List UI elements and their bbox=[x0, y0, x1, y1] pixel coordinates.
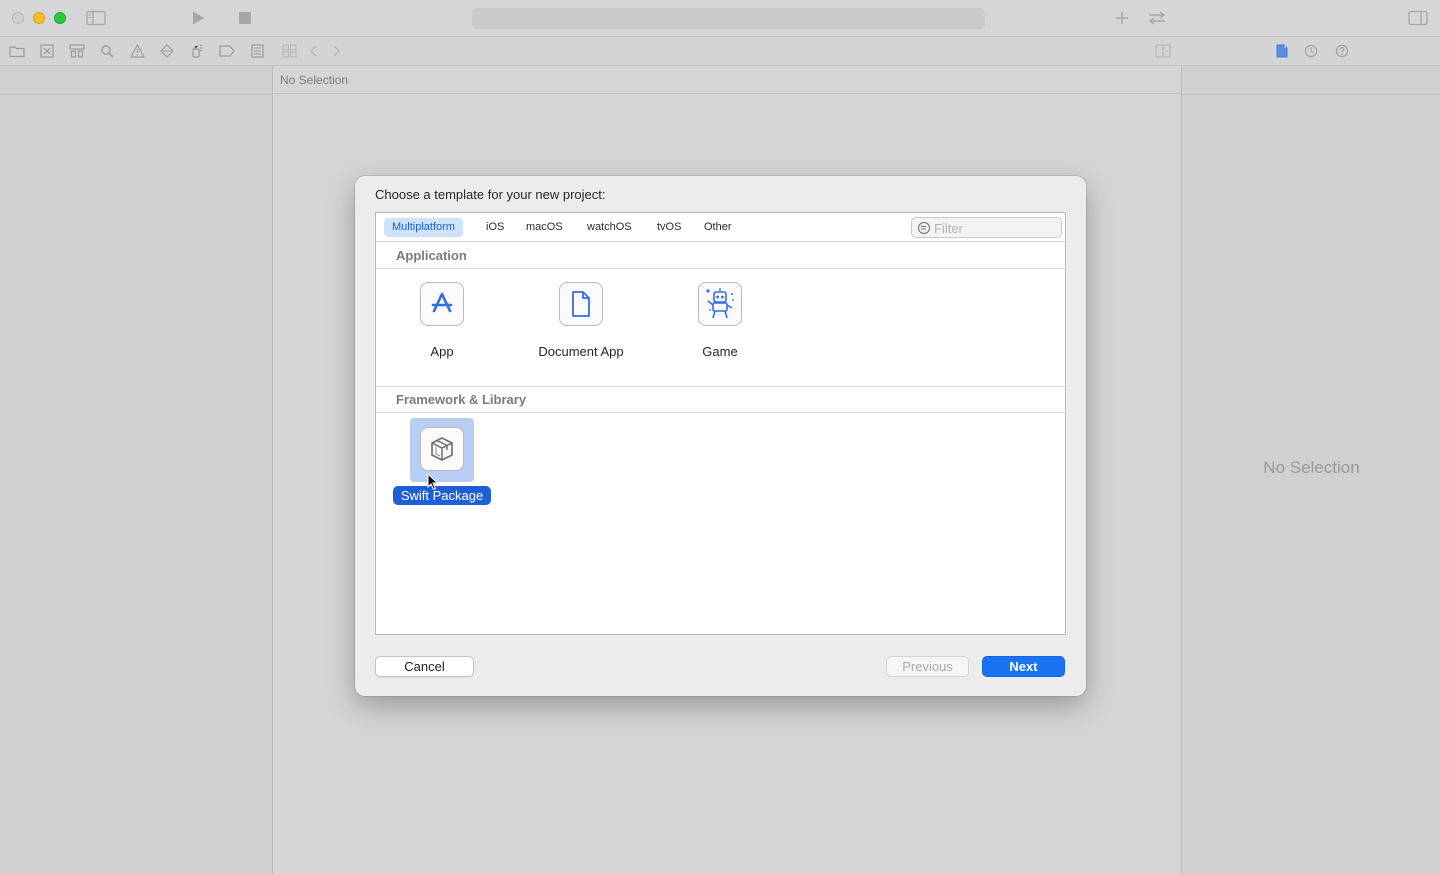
mouse-pointer-icon bbox=[427, 472, 439, 491]
inspector-no-selection: No Selection bbox=[1263, 458, 1360, 477]
template-label-swift-package: Swift Package bbox=[393, 486, 491, 505]
stop-icon[interactable] bbox=[238, 11, 252, 25]
app-store-icon bbox=[420, 282, 464, 326]
issue-warning-icon[interactable] bbox=[129, 43, 145, 59]
template-label-game: Game bbox=[702, 344, 738, 359]
navigator-separator bbox=[0, 94, 273, 95]
previous-button[interactable]: Previous bbox=[886, 656, 969, 677]
window-titlebar bbox=[0, 0, 1440, 37]
section-header-application: Application bbox=[376, 243, 1065, 269]
tab-ios[interactable]: iOS bbox=[478, 218, 512, 237]
jump-bar: No Selection bbox=[273, 66, 1181, 94]
jump-bar-text: No Selection bbox=[280, 73, 349, 87]
filter-input[interactable] bbox=[934, 220, 1054, 236]
inspector-separator bbox=[1182, 94, 1440, 95]
breakpoint-icon[interactable] bbox=[219, 43, 235, 59]
symbol-icon[interactable] bbox=[69, 43, 85, 59]
filter-field[interactable] bbox=[911, 217, 1062, 238]
tab-tvos[interactable]: tvOS bbox=[649, 218, 689, 237]
template-label-document-app: Document App bbox=[538, 344, 624, 359]
template-chooser-dialog: Choose a template for your new project: … bbox=[355, 176, 1086, 696]
package-icon bbox=[420, 427, 464, 471]
close-window-button[interactable] bbox=[12, 12, 24, 24]
source-control-icon[interactable] bbox=[39, 43, 55, 59]
filter-icon bbox=[918, 222, 930, 234]
next-button[interactable]: Next bbox=[982, 656, 1065, 677]
inspector-toggle-icon[interactable] bbox=[1408, 10, 1428, 26]
navigator-pane bbox=[0, 66, 273, 874]
inspector-pane: No Selection bbox=[1181, 66, 1440, 874]
quick-help-icon[interactable] bbox=[1334, 43, 1350, 59]
split-editor-icon[interactable] bbox=[1155, 43, 1171, 59]
file-inspector-icon[interactable] bbox=[1274, 43, 1290, 59]
run-icon[interactable] bbox=[190, 10, 206, 26]
tab-watchos[interactable]: watchOS bbox=[579, 218, 640, 237]
section-header-framework-library: Framework & Library bbox=[376, 387, 1065, 413]
zoom-window-button[interactable] bbox=[54, 12, 66, 24]
tab-macos[interactable]: macOS bbox=[518, 218, 571, 237]
test-diamond-icon[interactable] bbox=[159, 43, 175, 59]
find-icon[interactable] bbox=[99, 43, 115, 59]
tab-multiplatform[interactable]: Multiplatform bbox=[384, 218, 463, 237]
activity-viewer bbox=[472, 8, 985, 29]
tab-other[interactable]: Other bbox=[696, 218, 740, 237]
navigator-toolbar bbox=[0, 37, 1440, 66]
platform-tab-bar: Multiplatform iOS macOS watchOS tvOS Oth… bbox=[376, 213, 1065, 242]
back-chevron-icon[interactable] bbox=[306, 43, 322, 59]
section-title-application: Application bbox=[396, 248, 467, 263]
cancel-button[interactable]: Cancel bbox=[375, 656, 474, 677]
document-icon bbox=[559, 282, 603, 326]
folder-icon[interactable] bbox=[9, 43, 25, 59]
navigator-toggle-icon[interactable] bbox=[86, 10, 106, 26]
related-items-grid-icon[interactable] bbox=[281, 43, 297, 59]
code-review-icon[interactable] bbox=[1146, 10, 1168, 26]
dialog-title: Choose a template for your new project: bbox=[375, 187, 606, 202]
forward-chevron-icon[interactable] bbox=[328, 43, 344, 59]
debug-spray-icon[interactable] bbox=[189, 43, 205, 59]
game-robot-icon bbox=[698, 282, 742, 326]
template-panel: Multiplatform iOS macOS watchOS tvOS Oth… bbox=[375, 212, 1066, 635]
library-plus-icon[interactable] bbox=[1114, 10, 1130, 26]
section-title-framework-library: Framework & Library bbox=[396, 392, 527, 407]
template-label-app: App bbox=[430, 344, 454, 359]
history-clock-icon[interactable] bbox=[1303, 43, 1319, 59]
report-icon[interactable] bbox=[249, 43, 265, 59]
minimize-window-button[interactable] bbox=[33, 12, 45, 24]
